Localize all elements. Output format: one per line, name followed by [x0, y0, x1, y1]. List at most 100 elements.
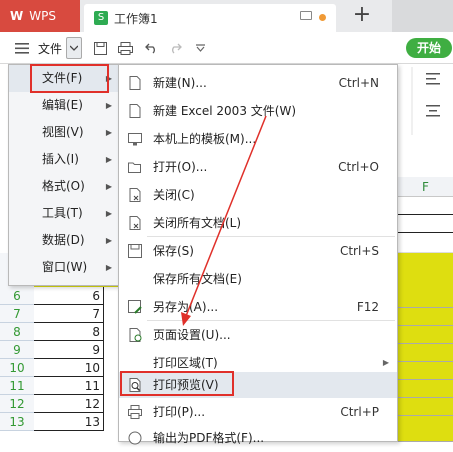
yellow-cell[interactable] — [398, 326, 453, 344]
main-menu: 文件(F) ▶ 编辑(E) ▶ 视图(V) ▶ 插入(I) ▶ 格式(O) ▶ 工具(T)… — [8, 64, 119, 286]
menu-item-page-setup[interactable]: 页面设置(U)... — [119, 321, 397, 349]
column-header-f[interactable]: F — [398, 177, 453, 197]
menu-item-local-templates[interactable]: 本机上的模板(M)... — [119, 125, 397, 153]
ribbon-right-area — [398, 65, 453, 145]
close-doc-icon — [128, 188, 142, 202]
menu-item-new-excel2003[interactable]: 新建 Excel 2003 文件(W) — [119, 97, 397, 125]
menu-item-label: 格式(O) — [42, 179, 85, 193]
yellow-cell[interactable] — [398, 344, 453, 362]
redo-icon[interactable] — [168, 38, 182, 58]
menu-item-save-as[interactable]: 另存为(A)... F12 — [119, 293, 397, 321]
table-cell[interactable]: 8 — [34, 323, 104, 341]
start-tab-button[interactable]: 开始 — [406, 38, 452, 58]
menu-item-label: 关闭(C) — [153, 188, 195, 202]
pdf-icon — [128, 431, 142, 445]
menu-item-label: 插入(I) — [42, 152, 79, 166]
menu-item-insert[interactable]: 插入(I) ▶ — [9, 146, 118, 173]
save-icon — [128, 244, 142, 258]
new-doc-icon — [128, 76, 142, 90]
menu-item-label: 页面设置(U)... — [153, 328, 231, 342]
customize-toolbar-icon[interactable] — [194, 38, 206, 58]
menu-item-print[interactable]: 打印(P)... Ctrl+P — [119, 398, 397, 426]
align-icon — [411, 67, 440, 135]
arrow-right-icon: ▶ — [105, 128, 112, 137]
spreadsheet-icon: S — [94, 11, 108, 25]
yellow-cell[interactable] — [398, 362, 453, 380]
menu-item-export-pdf[interactable]: 输出为PDF格式(F)... — [119, 424, 397, 452]
template-icon — [128, 132, 142, 146]
new-doc-icon — [128, 104, 142, 118]
wps-logo-icon: W — [10, 9, 24, 23]
print-icon[interactable] — [116, 38, 134, 58]
row-header[interactable]: 12 — [0, 395, 34, 413]
row-header[interactable]: 9 — [0, 341, 34, 359]
monitor-icon[interactable] — [300, 11, 312, 20]
annotation-box-print-preview — [120, 371, 234, 396]
tab-workbook1[interactable]: S 工作簿1 — [84, 4, 336, 32]
yellow-cell[interactable] — [398, 416, 453, 442]
shortcut-label: Ctrl+N — [338, 76, 379, 90]
menu-item-close[interactable]: 关闭(C) — [119, 181, 397, 209]
row-header[interactable]: 13 — [0, 413, 34, 431]
menu-item-save-all[interactable]: 保存所有文档(E) — [119, 265, 397, 293]
file-dropdown-button[interactable] — [66, 37, 82, 59]
row-header[interactable]: 10 — [0, 359, 34, 377]
menu-item-label: 视图(V) — [42, 125, 84, 139]
table-cell[interactable]: 6 — [34, 287, 104, 305]
menu-item-new[interactable]: 新建(N)... Ctrl+N — [119, 69, 397, 97]
row-header[interactable]: 7 — [0, 305, 34, 323]
menu-item-label: 数据(D) — [42, 233, 85, 247]
table-cell[interactable]: 11 — [34, 377, 104, 395]
yellow-cell[interactable] — [398, 290, 453, 308]
menu-item-label: 保存(S) — [153, 244, 194, 258]
row-header[interactable]: 8 — [0, 323, 34, 341]
menu-item-close-all[interactable]: 关闭所有文档(L) — [119, 209, 397, 237]
yellow-cell[interactable] — [398, 308, 453, 326]
yellow-cell-block[interactable] — [398, 253, 453, 290]
close-all-icon — [128, 216, 142, 230]
wps-home-tab[interactable]: W WPS — [0, 0, 80, 32]
table-cell[interactable]: 13 — [34, 413, 104, 431]
unsaved-dot-icon — [319, 14, 326, 21]
page-setup-icon — [128, 328, 142, 342]
table-cell[interactable]: 9 — [34, 341, 104, 359]
menu-item-label: 另存为(A)... — [153, 300, 219, 314]
menu-item-label: 本机上的模板(M)... — [153, 132, 257, 146]
menu-item-open[interactable]: 打开(O)... Ctrl+O — [119, 153, 397, 181]
menu-item-tools[interactable]: 工具(T) ▶ — [9, 200, 118, 227]
row-header[interactable]: 11 — [0, 377, 34, 395]
file-menu-button[interactable]: 文件 — [36, 38, 64, 58]
menu-item-label: 打印(P)... — [153, 405, 206, 419]
menu-item-data[interactable]: 数据(D) ▶ — [9, 227, 118, 254]
menu-item-label: 新建 Excel 2003 文件(W) — [153, 104, 296, 118]
table-cell[interactable]: 10 — [34, 359, 104, 377]
arrow-right-icon: ▶ — [105, 263, 112, 272]
menu-item-save[interactable]: 保存(S) Ctrl+S — [119, 237, 397, 265]
yellow-cell[interactable] — [398, 380, 453, 398]
save-icon[interactable] — [92, 38, 108, 58]
yellow-cell[interactable] — [398, 398, 453, 416]
hamburger-menu-icon[interactable] — [14, 38, 30, 58]
menu-item-window[interactable]: 窗口(W) ▶ — [9, 254, 118, 281]
menu-item-label: 新建(N)... — [153, 76, 207, 90]
menu-item-format[interactable]: 格式(O) ▶ — [9, 173, 118, 200]
menu-item-label: 编辑(E) — [42, 98, 83, 112]
undo-icon[interactable] — [144, 38, 158, 58]
menu-item-edit[interactable]: 编辑(E) ▶ — [9, 92, 118, 119]
shortcut-label: Ctrl+S — [339, 244, 379, 258]
doc-tab-label: 工作簿1 — [114, 11, 158, 26]
menu-item-label: 保存所有文档(E) — [153, 272, 242, 286]
new-tab-button[interactable]: + — [342, 4, 382, 28]
table-cell[interactable]: 12 — [34, 395, 104, 413]
arrow-right-icon: ▶ — [105, 209, 112, 218]
row-header[interactable]: 6 — [0, 287, 34, 305]
menu-item-view[interactable]: 视图(V) ▶ — [9, 119, 118, 146]
table-cell[interactable]: 7 — [34, 305, 104, 323]
sheet-upper-cells[interactable] — [398, 197, 453, 253]
wps-label: WPS — [29, 9, 56, 23]
quick-toolbar: 文件 — [0, 32, 453, 64]
shortcut-label: F12 — [356, 300, 379, 314]
arrow-right-icon: ▶ — [105, 155, 112, 164]
shortcut-label: Ctrl+P — [340, 405, 379, 419]
shortcut-label: Ctrl+O — [338, 160, 379, 174]
